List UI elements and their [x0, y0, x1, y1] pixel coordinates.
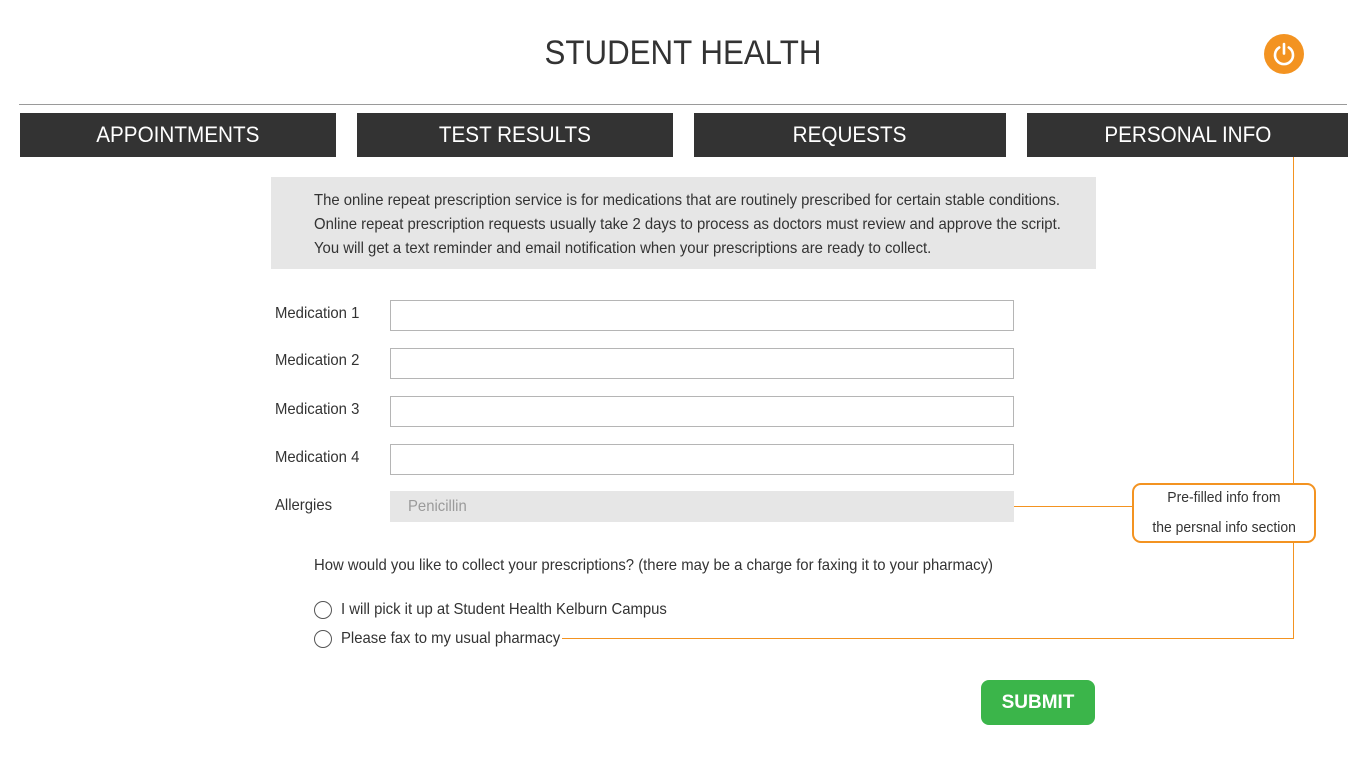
allergies-field: Penicillin: [390, 491, 1014, 522]
allergies-value: Penicillin: [408, 497, 467, 515]
info-line: The online repeat prescription service i…: [314, 192, 1061, 209]
medication-1-label: Medication 1: [275, 305, 360, 322]
tab-requests[interactable]: REQUESTS: [694, 113, 1006, 157]
option-label: Please fax to my usual pharmacy: [341, 630, 561, 647]
option-label: I will pick it up at Student Health Kelb…: [341, 601, 667, 618]
annotation-connector: [1293, 542, 1294, 639]
power-button[interactable]: [1264, 34, 1304, 74]
annotation-line: Pre-filled info from: [1167, 489, 1281, 506]
medication-1-input[interactable]: [390, 300, 1014, 331]
tab-label: REQUESTS: [793, 122, 907, 147]
tab-label: PERSONAL INFO: [1103, 122, 1271, 147]
submit-button[interactable]: SUBMIT: [981, 680, 1095, 725]
power-icon: [1273, 42, 1295, 66]
medication-2-input[interactable]: [390, 348, 1014, 379]
tab-label: TEST RESULTS: [438, 122, 592, 147]
radio-button[interactable]: [314, 601, 332, 619]
page-title: STUDENT HEALTH: [544, 34, 822, 72]
option-fax[interactable]: Please fax to my usual pharmacy: [314, 630, 577, 648]
tab-label: APPOINTMENTS: [96, 122, 260, 147]
annotation-connector: [1293, 157, 1294, 484]
annotation-note: Pre-filled info from the persnal info se…: [1132, 483, 1316, 543]
tab-test-results[interactable]: TEST RESULTS: [357, 113, 673, 157]
medication-3-label: Medication 3: [275, 401, 360, 418]
medication-4-label: Medication 4: [275, 449, 360, 466]
medication-4-input[interactable]: [390, 444, 1014, 475]
allergies-label: Allergies: [275, 497, 333, 514]
option-pickup[interactable]: I will pick it up at Student Health Kelb…: [314, 601, 691, 619]
collection-question: How would you like to collect your presc…: [314, 557, 994, 574]
medication-3-input[interactable]: [390, 396, 1014, 427]
header-divider: [19, 104, 1347, 105]
page: STUDENT HEALTH APPOINTMENTS TEST RESULTS…: [0, 0, 1366, 768]
annotation-connector: [562, 638, 1294, 639]
annotation-connector: [1014, 506, 1133, 507]
tab-personal-info[interactable]: PERSONAL INFO: [1027, 113, 1348, 157]
medication-2-label: Medication 2: [275, 352, 360, 369]
annotation-line: the persnal info section: [1152, 519, 1296, 536]
tab-appointments[interactable]: APPOINTMENTS: [20, 113, 336, 157]
info-line: You will get a text reminder and email n…: [314, 240, 932, 257]
info-panel: The online repeat prescription service i…: [271, 177, 1096, 269]
info-line: Online repeat prescription requests usua…: [314, 216, 1061, 233]
radio-button[interactable]: [314, 630, 332, 648]
